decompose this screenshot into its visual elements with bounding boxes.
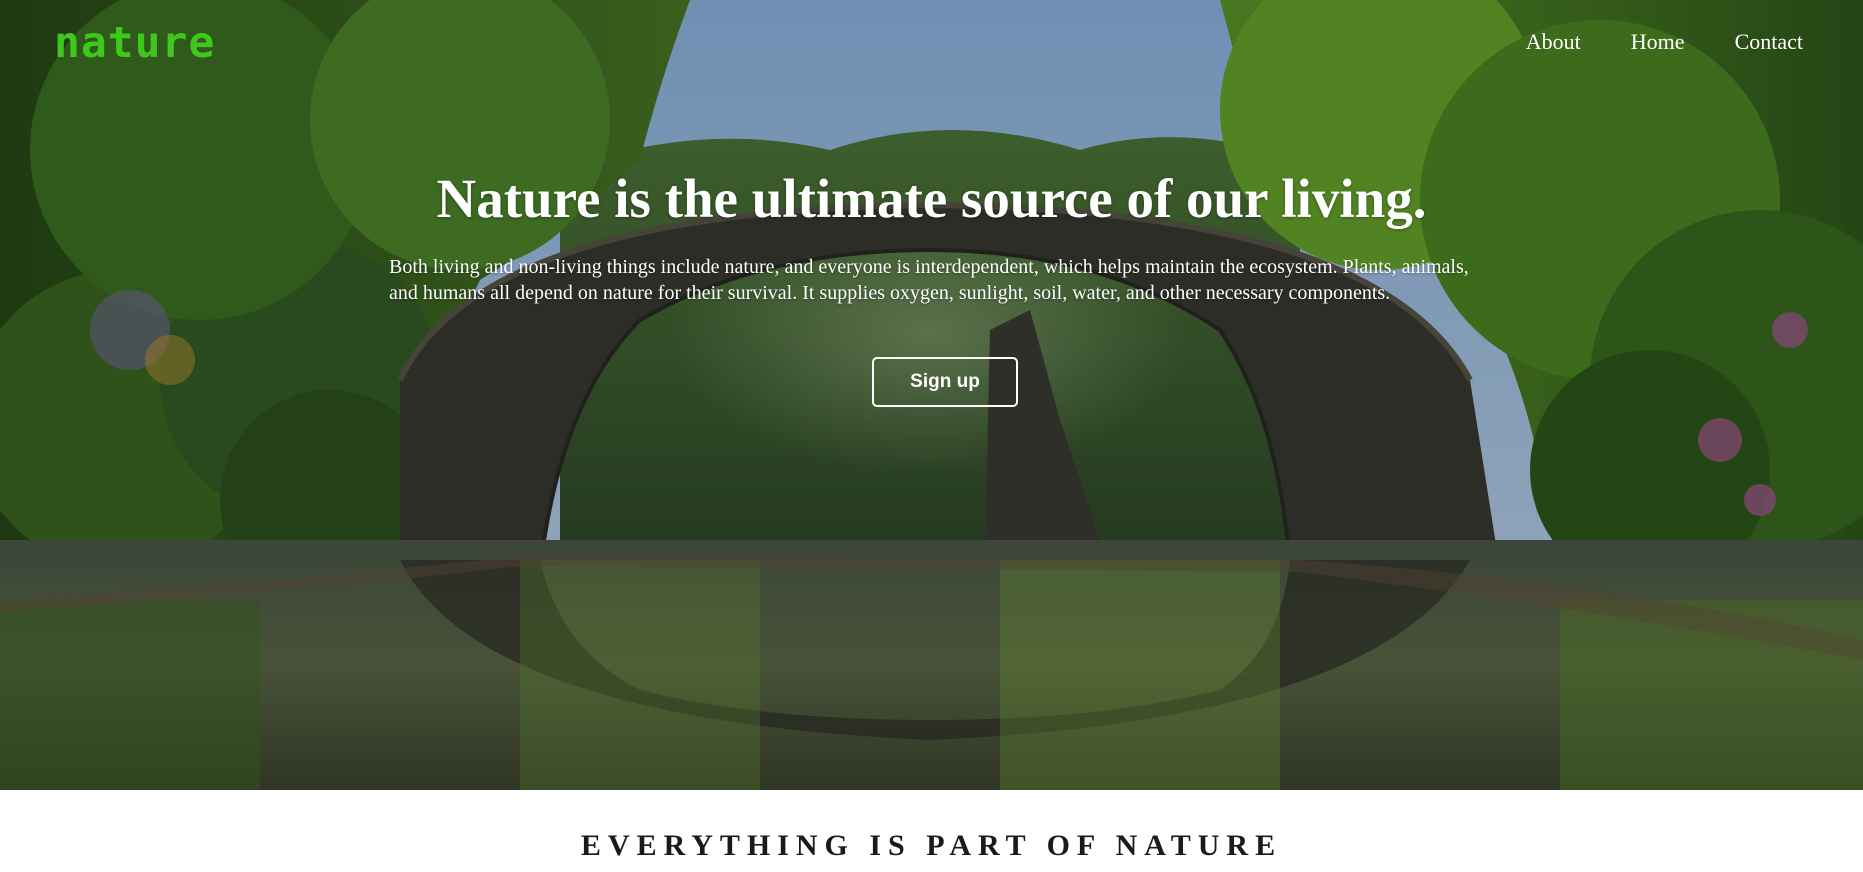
section-heading: EVERYTHING IS PART OF NATURE [580,829,1283,862]
main-nav: About Home Contact [1526,28,1803,56]
sign-up-button[interactable]: Sign up [872,357,1018,407]
nav-about-link[interactable]: About [1526,28,1581,56]
hero-title: Nature is the ultimate source of our liv… [436,168,1427,229]
nav-contact-link[interactable]: Contact [1735,28,1803,56]
hero-description: Both living and non-living things includ… [389,256,1469,304]
logo[interactable]: nature [54,18,215,68]
nav-home-link[interactable]: Home [1631,28,1685,56]
hero-section: nature About Home Contact Nature is the … [0,0,1863,790]
